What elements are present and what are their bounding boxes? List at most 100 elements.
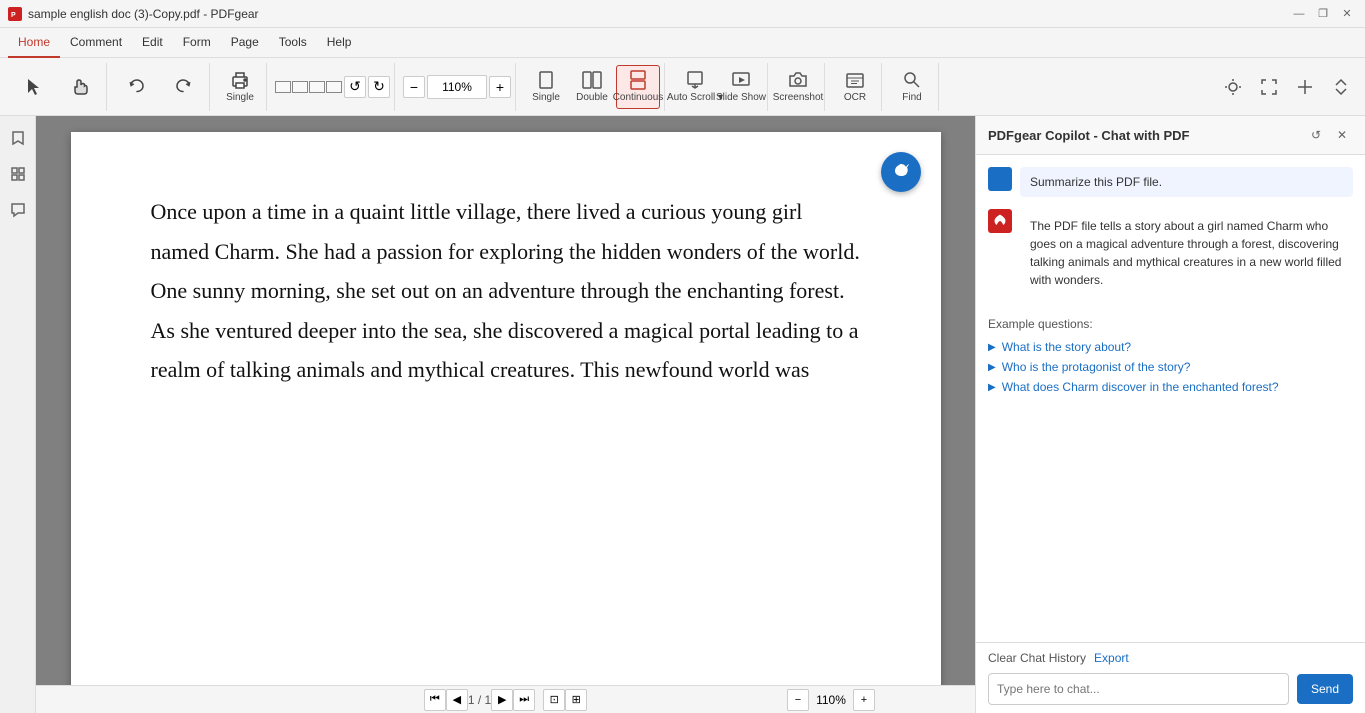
clear-history-link[interactable]: Clear Chat History: [988, 651, 1086, 665]
slide-show-button[interactable]: Slide Show: [719, 65, 763, 109]
example-questions-label: Example questions:: [988, 317, 1353, 331]
ocr-button[interactable]: OCR: [833, 65, 877, 109]
send-button[interactable]: Send: [1297, 674, 1353, 704]
screenshot-group: Screenshot: [772, 63, 825, 111]
sidebar-bookmark-icon[interactable]: [4, 124, 32, 152]
zoom-input[interactable]: [427, 75, 487, 99]
hand-tool-button[interactable]: [58, 65, 102, 109]
redo-button[interactable]: [161, 65, 205, 109]
collapse-button[interactable]: [1325, 71, 1357, 103]
layout-icon-1: [275, 81, 291, 93]
menu-help[interactable]: Help: [317, 28, 362, 58]
expand-button[interactable]: [1289, 71, 1321, 103]
chat-input[interactable]: [988, 673, 1289, 705]
chat-input-row: Send: [988, 673, 1353, 705]
example-question-2[interactable]: ▶ Who is the protagonist of the story?: [988, 357, 1353, 377]
ai-response-text: The PDF file tells a story about a girl …: [1030, 219, 1341, 287]
zoom-out-button[interactable]: −: [403, 76, 425, 98]
find-button[interactable]: Find: [890, 65, 934, 109]
print-button[interactable]: Single: [218, 65, 262, 109]
ocr-group: OCR: [829, 63, 882, 111]
menu-home[interactable]: Home: [8, 28, 60, 58]
window-controls: — ❐ ✕: [1289, 4, 1357, 24]
user-avatar: [988, 167, 1012, 191]
pdf-page-content: Once upon a time in a quaint little vill…: [71, 132, 941, 685]
find-group: Find: [886, 63, 939, 111]
example-question-3[interactable]: ▶ What does Charm discover in the enchan…: [988, 377, 1353, 397]
layout-icon-4: [326, 81, 342, 93]
example-question-3-text: What does Charm discover in the enchante…: [1002, 380, 1279, 394]
copilot-panel: PDFgear Copilot - Chat with PDF ↺ ✕ Summ…: [975, 116, 1365, 713]
fit-page-button[interactable]: ⊞: [565, 689, 587, 711]
user-message-text: Summarize this PDF file.: [1030, 175, 1162, 189]
rotate-right-button[interactable]: ↻: [368, 76, 390, 98]
copilot-header: PDFgear Copilot - Chat with PDF ↺ ✕: [976, 116, 1365, 155]
ocr-label: OCR: [844, 92, 866, 103]
cursor-group: [8, 63, 107, 111]
pdf-text-content: Once upon a time in a quaint little vill…: [151, 192, 861, 390]
last-page-button[interactable]: ⏭: [513, 689, 535, 711]
screenshot-button[interactable]: Screenshot: [776, 65, 820, 109]
title-bar-left: P sample english doc (3)-Copy.pdf - PDFg…: [8, 7, 259, 21]
cursor-tool-button[interactable]: [12, 65, 56, 109]
chat-actions: Clear Chat History Export: [988, 651, 1353, 665]
export-link[interactable]: Export: [1094, 651, 1129, 665]
continuous-view-button[interactable]: Continuous: [616, 65, 660, 109]
menu-comment[interactable]: Comment: [60, 28, 132, 58]
zoom-group: ↺ ↻: [271, 63, 395, 111]
slide-show-label: Slide Show: [716, 92, 766, 103]
sidebar-comment-icon[interactable]: [4, 196, 32, 224]
page-layout-icons: [275, 81, 342, 93]
screenshot-label: Screenshot: [773, 92, 824, 103]
bottom-zoom-control: − 110% +: [787, 689, 875, 711]
left-sidebar: [0, 116, 36, 713]
bottom-zoom-in-button[interactable]: +: [853, 689, 875, 711]
double-view-button[interactable]: Double: [570, 65, 614, 109]
copilot-fab-button[interactable]: [881, 152, 921, 192]
fit-width-button[interactable]: ⊡: [543, 689, 565, 711]
auto-scroll-label: Auto Scroll ▾: [667, 92, 723, 103]
copilot-body: Summarize this PDF file. The PDF file te…: [976, 155, 1365, 642]
copilot-header-icons: ↺ ✕: [1305, 124, 1353, 146]
undo-button[interactable]: [115, 65, 159, 109]
svg-text:P: P: [11, 12, 16, 19]
auto-scroll-button[interactable]: Auto Scroll ▾: [673, 65, 717, 109]
sidebar-thumbnail-icon[interactable]: [4, 160, 32, 188]
copilot-close-button[interactable]: ✕: [1331, 124, 1353, 146]
single-label: Single: [532, 92, 560, 103]
scroll-group: Auto Scroll ▾ Slide Show: [669, 63, 768, 111]
bottom-zoom-value: 110%: [813, 693, 849, 707]
fullscreen-button[interactable]: [1253, 71, 1285, 103]
toolbar: Single ↺ ↻ − + Single: [0, 58, 1365, 116]
menu-form[interactable]: Form: [173, 28, 221, 58]
print-group: Single: [214, 63, 267, 111]
copilot-refresh-button[interactable]: ↺: [1305, 124, 1327, 146]
zoom-in-button[interactable]: +: [489, 76, 511, 98]
page-info: 1 / 1: [468, 693, 491, 707]
copilot-title: PDFgear Copilot - Chat with PDF: [988, 128, 1190, 143]
layout-icon-3: [309, 81, 325, 93]
app-icon: P: [8, 7, 22, 21]
ai-bubble: The PDF file tells a story about a girl …: [1020, 209, 1353, 297]
close-button[interactable]: ✕: [1337, 4, 1357, 24]
double-label: Double: [576, 92, 608, 103]
prev-page-button[interactable]: ◀: [446, 689, 468, 711]
minimize-button[interactable]: —: [1289, 4, 1309, 24]
single-view-button[interactable]: Single: [524, 65, 568, 109]
bottom-bar: ⏮ ◀ 1 / 1 ▶ ⏭ ⊡ ⊞ − 110% +: [36, 685, 975, 713]
brightness-button[interactable]: [1217, 71, 1249, 103]
menu-tools[interactable]: Tools: [269, 28, 317, 58]
menu-edit[interactable]: Edit: [132, 28, 173, 58]
next-page-button[interactable]: ▶: [491, 689, 513, 711]
example-question-1[interactable]: ▶ What is the story about?: [988, 337, 1353, 357]
title-bar: P sample english doc (3)-Copy.pdf - PDFg…: [0, 0, 1365, 28]
bottom-zoom-out-button[interactable]: −: [787, 689, 809, 711]
restore-button[interactable]: ❐: [1313, 4, 1333, 24]
bottom-nav: ⏮ ◀ 1 / 1 ▶ ⏭ ⊡ ⊞ − 110% +: [36, 689, 975, 711]
layout-icon-2: [292, 81, 308, 93]
example-arrow-1: ▶: [988, 342, 996, 353]
first-page-button[interactable]: ⏮: [424, 689, 446, 711]
menu-page[interactable]: Page: [221, 28, 269, 58]
main-area: Once upon a time in a quaint little vill…: [0, 116, 1365, 713]
rotate-left-button[interactable]: ↺: [344, 76, 366, 98]
